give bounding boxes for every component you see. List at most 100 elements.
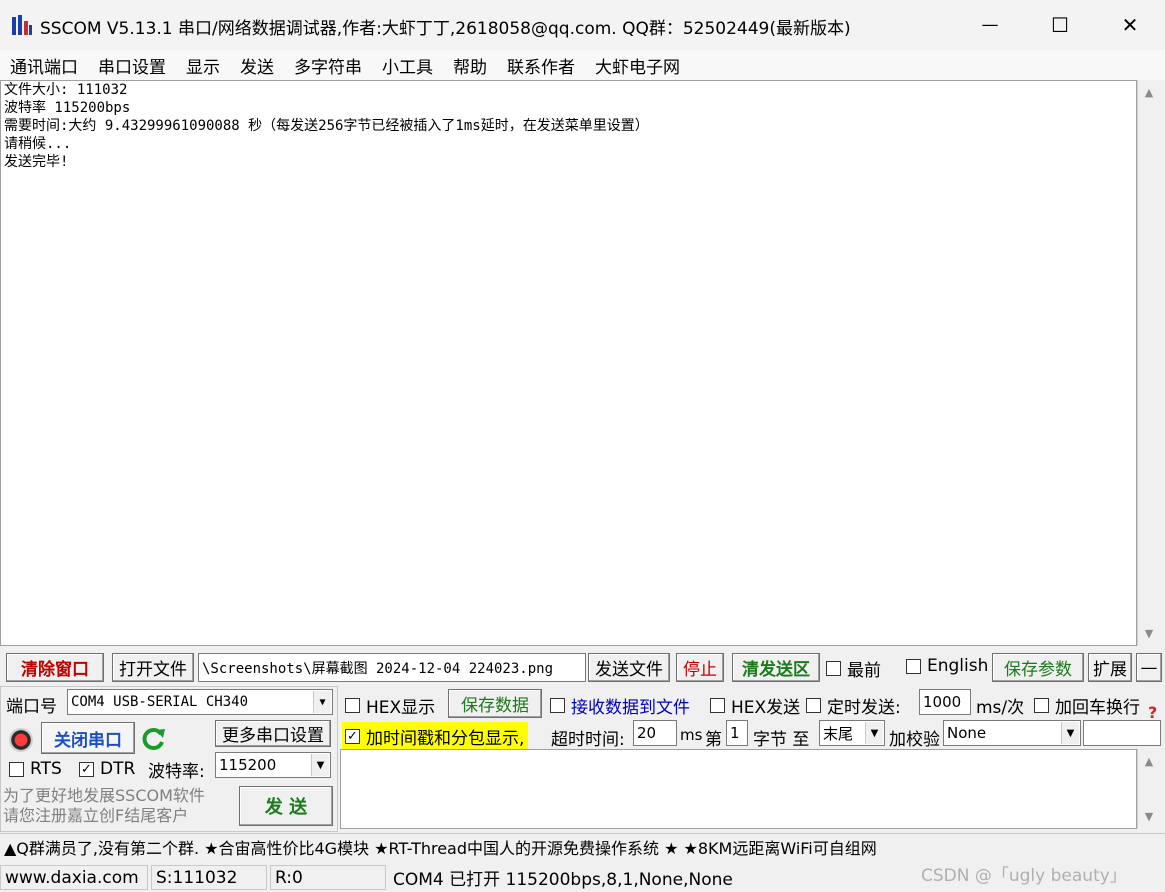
english-checkbox[interactable]: English xyxy=(906,656,988,676)
hex-display-check-box[interactable] xyxy=(345,698,360,713)
status-website[interactable]: www.daxia.com xyxy=(0,865,148,890)
timeout-label: 超时时间: xyxy=(551,730,625,750)
chevron-down-icon[interactable]: ▼ xyxy=(311,754,329,776)
english-label: English xyxy=(927,656,989,676)
rts-label: RTS xyxy=(30,759,62,779)
status-sent-count: S:111032 xyxy=(151,865,267,890)
csdn-watermark: CSDN @「ugly beauty」 xyxy=(921,866,1127,886)
chevron-down-icon[interactable]: ▼ xyxy=(865,722,883,744)
menu-item-comm-port[interactable]: 通讯端口 xyxy=(0,53,88,78)
english-check-box[interactable] xyxy=(906,658,921,674)
port-status-indicator-icon xyxy=(9,728,33,752)
timed-send-checkbox[interactable]: 定时发送: xyxy=(806,693,901,718)
close-button[interactable]: ✕ xyxy=(1095,0,1165,50)
menu-item-contact[interactable]: 联系作者 xyxy=(497,53,585,78)
menu-item-tools[interactable]: 小工具 xyxy=(372,53,443,78)
scroll-up-icon[interactable]: ▲ xyxy=(1138,86,1160,99)
byte-to-select[interactable]: 末尾 ▼ xyxy=(819,720,885,746)
hex-display-checkbox[interactable]: HEX显示 xyxy=(345,693,435,718)
checksum-select[interactable]: None ▼ xyxy=(943,720,1081,746)
maximize-icon: ☐ xyxy=(1051,13,1069,37)
dtr-label: DTR xyxy=(100,759,136,779)
maximize-button[interactable]: ☐ xyxy=(1025,0,1095,50)
timestamp-checkbox[interactable]: ✓ 加时间戳和分包显示, xyxy=(342,722,529,751)
recv-to-file-checkbox[interactable]: 接收数据到文件 xyxy=(550,693,690,718)
checksum-value: None xyxy=(947,724,987,742)
dtr-checkbox[interactable]: ✓ DTR xyxy=(79,759,135,779)
rts-check-box[interactable] xyxy=(9,761,24,777)
title-bar: SSCOM V5.13.1 串口/网络数据调试器,作者:大虾丁丁,2618058… xyxy=(0,0,1165,50)
save-data-button[interactable]: 保存数据 xyxy=(448,689,542,718)
send-file-button[interactable]: 发送文件 xyxy=(588,653,670,682)
topmost-checkbox[interactable]: 最前 xyxy=(826,656,881,681)
output-scrollbar[interactable]: ▲ ▼ xyxy=(1137,80,1161,646)
send-button[interactable]: 发 送 xyxy=(239,786,333,826)
scroll-down-icon[interactable]: ▼ xyxy=(1138,627,1160,640)
timeout-unit-label: ms xyxy=(680,726,703,744)
hex-send-check-box[interactable] xyxy=(710,698,725,713)
chevron-down-icon[interactable]: ▼ xyxy=(313,691,331,713)
output-line: 波特率 115200bps xyxy=(4,100,131,116)
close-port-button[interactable]: 关闭串口 xyxy=(41,722,135,754)
interval-unit-label: ms/次 xyxy=(976,698,1025,718)
menu-bar: 通讯端口 串口设置 显示 发送 多字符串 小工具 帮助 联系作者 大虾电子网 xyxy=(0,50,1165,80)
file-path-input[interactable]: \Screenshots\屏幕截图 2024-12-04 224023.png xyxy=(198,653,586,682)
close-icon: ✕ xyxy=(1121,13,1139,37)
menu-item-multi-string[interactable]: 多字符串 xyxy=(284,53,372,78)
rts-checkbox[interactable]: RTS xyxy=(9,759,62,779)
clear-send-button[interactable]: 清发送区 xyxy=(732,653,820,682)
menu-item-display[interactable]: 显示 xyxy=(176,53,230,78)
hex-display-label: HEX显示 xyxy=(366,698,436,718)
window-title: SSCOM V5.13.1 串口/网络数据调试器,作者:大虾丁丁,2618058… xyxy=(40,19,851,39)
promo-line: 请您注册嘉立创F结尾客户 xyxy=(3,806,189,825)
menu-item-serial-settings[interactable]: 串口设置 xyxy=(88,53,176,78)
checksum-label: 加校验 xyxy=(889,730,940,750)
save-params-button[interactable]: 保存参数 xyxy=(992,653,1084,682)
refresh-icon[interactable] xyxy=(141,726,167,752)
status-port-state: COM4 已打开 115200bps,8,1,None,None xyxy=(393,870,733,890)
timed-send-check-box[interactable] xyxy=(806,698,821,713)
receive-output-area[interactable]: 文件大小: 111032 波特率 115200bps 需要时间:大约 9.432… xyxy=(0,80,1137,646)
recv-to-file-label: 接收数据到文件 xyxy=(571,698,690,718)
send-area-scrollbar[interactable]: ▲ ▼ xyxy=(1137,749,1161,829)
timestamp-check-box[interactable]: ✓ xyxy=(345,729,360,744)
append-crlf-check-box[interactable] xyxy=(1034,698,1049,713)
clear-window-button[interactable]: 清除窗口 xyxy=(6,653,104,682)
append-crlf-checkbox[interactable]: 加回车换行 xyxy=(1034,693,1140,718)
byte-from-input[interactable]: 1 xyxy=(726,720,748,746)
scroll-up-icon[interactable]: ▲ xyxy=(1138,755,1160,768)
news-ticker[interactable]: ▲Q群满员了,没有第二个群. ★合宙高性价比4G模块 ★RT-Thread中国人… xyxy=(0,833,1165,860)
status-received-count: R:0 xyxy=(270,865,386,890)
promo-text: 为了更好地发展SSCOM软件 请您注册嘉立创F结尾客户 xyxy=(3,786,205,826)
expand-button[interactable]: 扩展 xyxy=(1088,653,1132,682)
byte-from-label: 第 xyxy=(705,730,722,750)
byte-to-value: 末尾 xyxy=(823,724,854,743)
output-line: 需要时间:大约 9.43299961090088 秒（每发送256字节已经被插入… xyxy=(4,118,649,134)
hex-send-checkbox[interactable]: HEX发送 xyxy=(710,693,800,718)
timed-send-label: 定时发送: xyxy=(827,698,901,718)
minimize-button[interactable]: — xyxy=(955,0,1025,50)
promo-line: 为了更好地发展SSCOM软件 xyxy=(3,786,205,805)
baud-rate-select[interactable]: 115200 ▼ xyxy=(215,752,331,778)
topmost-check-box[interactable] xyxy=(826,661,841,676)
checksum-result-field xyxy=(1083,720,1161,746)
port-select[interactable]: COM4 USB-SERIAL CH340 ▼ xyxy=(67,689,333,715)
menu-item-send[interactable]: 发送 xyxy=(230,53,284,78)
dtr-check-box[interactable]: ✓ xyxy=(79,761,94,777)
open-file-button[interactable]: 打开文件 xyxy=(112,653,194,682)
port-label: 端口号 xyxy=(6,697,57,717)
timeout-input[interactable]: 20 xyxy=(633,720,677,746)
port-select-value: COM4 USB-SERIAL CH340 xyxy=(71,694,249,710)
send-interval-input[interactable]: 1000 xyxy=(919,689,971,715)
scroll-down-icon[interactable]: ▼ xyxy=(1138,810,1160,823)
baud-rate-value: 115200 xyxy=(219,756,277,774)
timestamp-label: 加时间戳和分包显示, xyxy=(366,729,525,749)
recv-to-file-check-box[interactable] xyxy=(550,698,565,713)
stop-button[interactable]: 停止 xyxy=(676,653,724,682)
menu-item-help[interactable]: 帮助 xyxy=(443,53,497,78)
send-input-area[interactable] xyxy=(340,749,1137,829)
more-serial-settings-button[interactable]: 更多串口设置 xyxy=(215,720,331,747)
menu-item-daxia-net[interactable]: 大虾电子网 xyxy=(585,53,690,78)
chevron-down-icon[interactable]: ▼ xyxy=(1061,722,1079,744)
collapse-button[interactable]: — xyxy=(1136,653,1162,682)
